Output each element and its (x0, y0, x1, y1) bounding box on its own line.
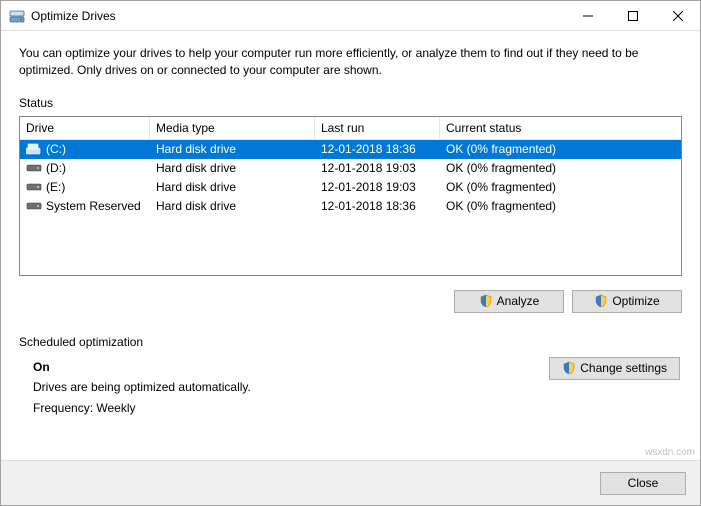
status-label: Status (19, 96, 682, 110)
drive-last-run: 12-01-2018 19:03 (315, 159, 440, 177)
drive-icon (26, 181, 42, 193)
drive-name: (C:) (46, 142, 66, 156)
drive-media-type: Hard disk drive (150, 178, 315, 196)
close-window-button[interactable] (655, 1, 700, 30)
drive-icon (26, 200, 42, 212)
window-title: Optimize Drives (31, 9, 565, 23)
table-row[interactable]: System Reserved Hard disk drive12-01-2018… (20, 197, 681, 216)
drive-media-type: Hard disk drive (150, 159, 315, 177)
close-button[interactable]: Close (600, 472, 686, 495)
schedule-frequency-value: Weekly (96, 401, 135, 415)
scheduled-optimization-label: Scheduled optimization (19, 335, 682, 349)
drives-listview[interactable]: Drive Media type Last run Current status… (19, 116, 682, 276)
column-media-type[interactable]: Media type (150, 117, 315, 140)
drive-name: System Reserved (46, 199, 141, 213)
maximize-button[interactable] (610, 1, 655, 30)
schedule-state: On (33, 360, 50, 374)
drive-media-type: Hard disk drive (150, 140, 315, 158)
drive-status: OK (0% fragmented) (440, 178, 681, 196)
watermark: wsxdn.com (645, 447, 695, 458)
table-row[interactable]: (C:) Hard disk drive12-01-2018 18:36OK (0… (20, 140, 681, 159)
shield-icon (594, 294, 608, 308)
listview-header: Drive Media type Last run Current status (20, 117, 681, 140)
drive-icon (26, 143, 42, 155)
drive-icon (26, 162, 42, 174)
intro-text: You can optimize your drives to help you… (19, 45, 682, 80)
shield-icon (562, 361, 576, 375)
drive-status: OK (0% fragmented) (440, 159, 681, 177)
action-buttons-row: Analyze Optimize (19, 290, 682, 313)
shield-icon (479, 294, 493, 308)
table-row[interactable]: (E:) Hard disk drive12-01-2018 19:03OK (0… (20, 178, 681, 197)
drive-media-type: Hard disk drive (150, 197, 315, 215)
change-settings-button-label: Change settings (580, 361, 667, 375)
drive-name: (D:) (46, 161, 66, 175)
drive-name: (E:) (46, 180, 65, 194)
scheduled-optimization-section: Scheduled optimization On Drives are bei… (19, 335, 682, 418)
schedule-frequency-label: Frequency: (33, 401, 93, 415)
schedule-text-block: On Drives are being optimized automatica… (33, 357, 251, 418)
table-row[interactable]: (D:) Hard disk drive12-01-2018 19:03OK (0… (20, 159, 681, 178)
app-icon (9, 8, 25, 24)
drive-status: OK (0% fragmented) (440, 140, 681, 158)
drive-status: OK (0% fragmented) (440, 197, 681, 215)
optimize-button[interactable]: Optimize (572, 290, 682, 313)
close-button-label: Close (628, 476, 659, 490)
minimize-button[interactable] (565, 1, 610, 30)
column-last-run[interactable]: Last run (315, 117, 440, 140)
drive-last-run: 12-01-2018 18:36 (315, 197, 440, 215)
change-settings-button[interactable]: Change settings (549, 357, 680, 380)
content-area: You can optimize your drives to help you… (1, 31, 700, 460)
analyze-button-label: Analyze (497, 294, 540, 308)
footer: Close (1, 460, 700, 505)
listview-rows: (C:)Hard disk drive12-01-2018 18:36OK (0… (20, 140, 681, 216)
column-current-status[interactable]: Current status (440, 117, 681, 140)
drive-last-run: 12-01-2018 18:36 (315, 140, 440, 158)
column-drive[interactable]: Drive (20, 117, 150, 140)
optimize-button-label: Optimize (612, 294, 659, 308)
analyze-button[interactable]: Analyze (454, 290, 564, 313)
titlebar: Optimize Drives (1, 1, 700, 31)
schedule-description: Drives are being optimized automatically… (33, 377, 251, 397)
drive-last-run: 12-01-2018 19:03 (315, 178, 440, 196)
